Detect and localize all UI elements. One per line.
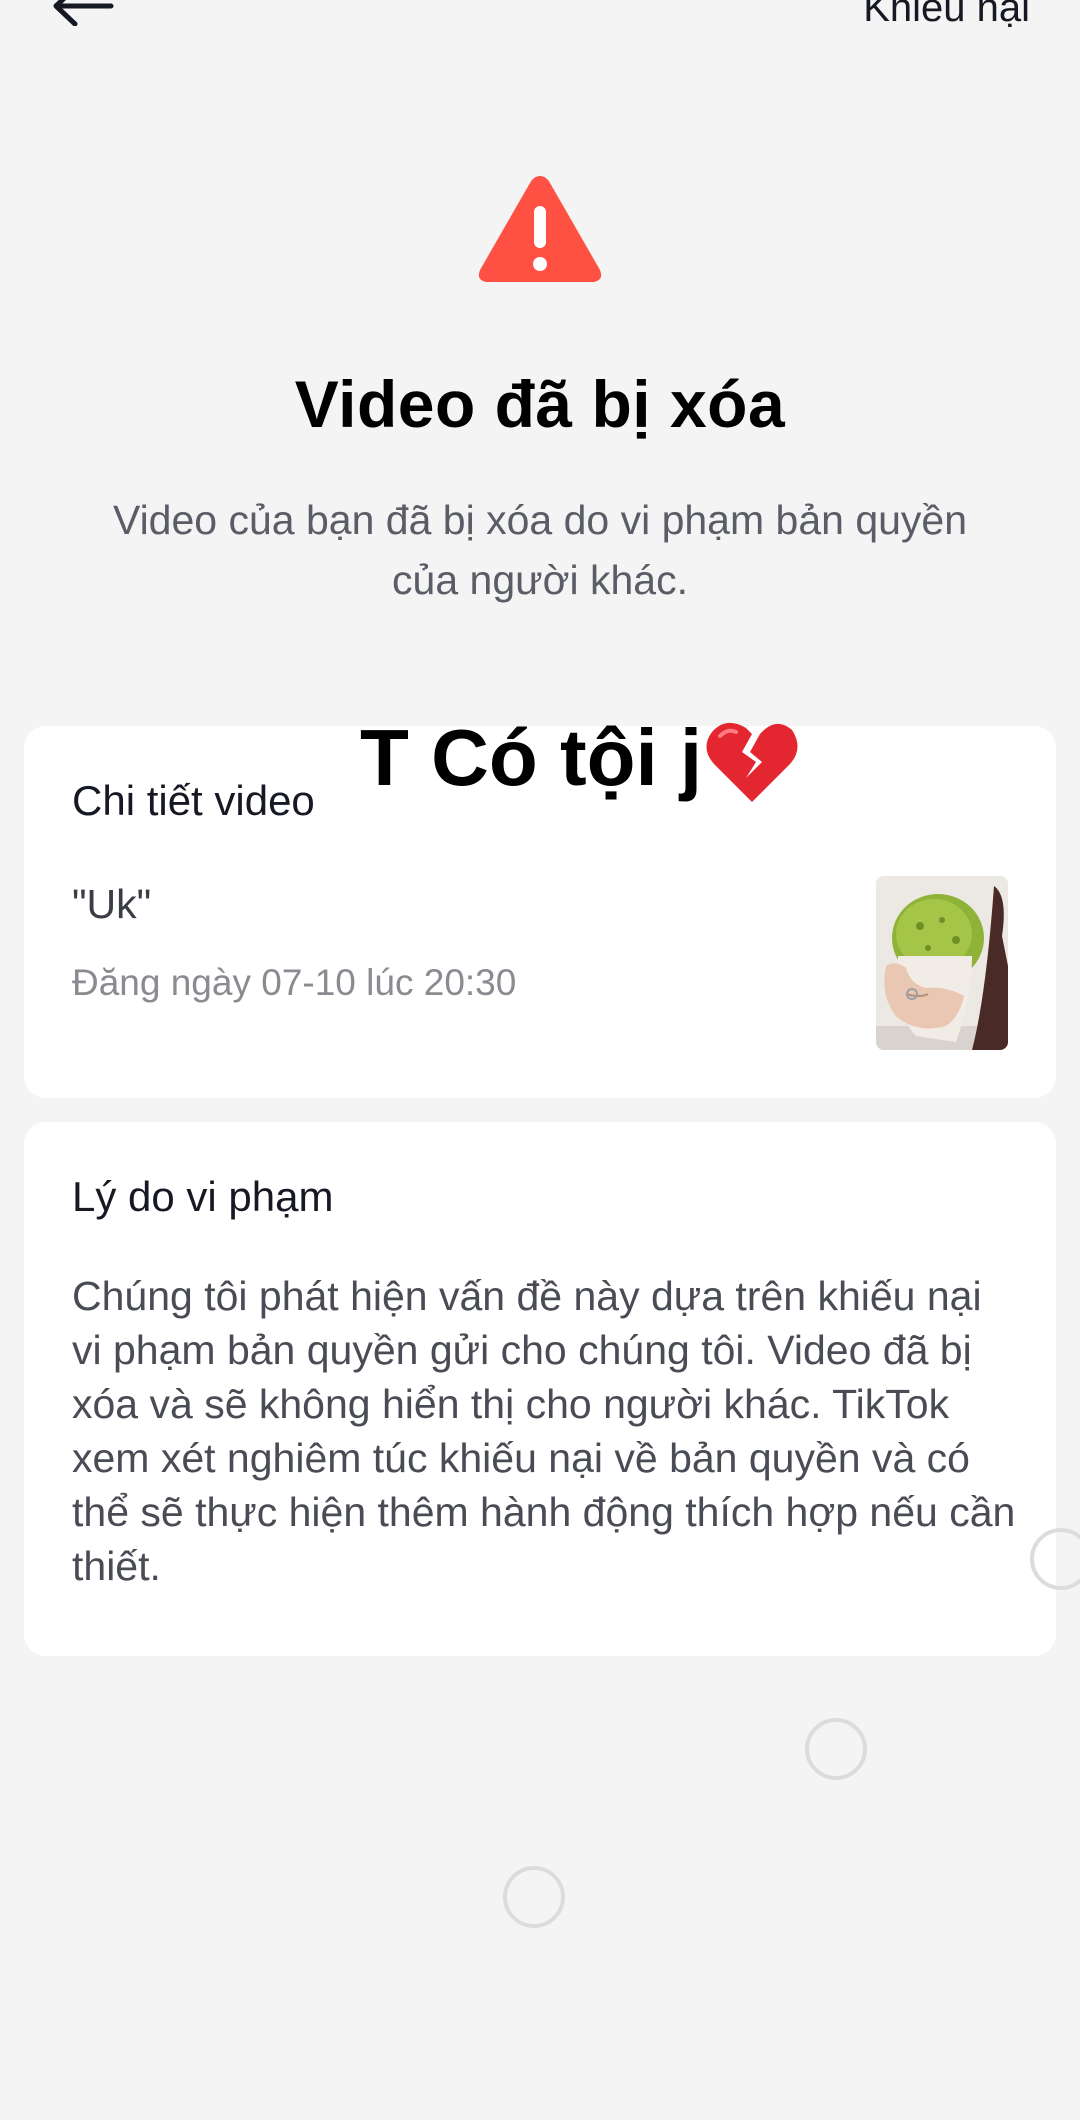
touch-indicator xyxy=(503,1866,565,1928)
broken-heart-icon xyxy=(706,722,798,802)
back-button[interactable] xyxy=(48,0,118,36)
page-subtitle: Video của bạn đã bị xóa do vi phạm bản q… xyxy=(112,497,968,603)
warning-triangle-icon xyxy=(478,176,602,282)
video-details-heading: Chi tiết video xyxy=(72,777,315,824)
overlay-caption-text: T Có tội j xyxy=(360,713,703,802)
violation-reason-heading: Lý do vi phạm xyxy=(72,1173,334,1220)
back-arrow-icon xyxy=(53,0,114,26)
overlay-caption: T Có tội j xyxy=(360,712,798,804)
page-title: Video đã bị xóa xyxy=(294,367,786,441)
video-thumbnail-image xyxy=(876,876,1008,1050)
video-posted-date: Đăng ngày 07-10 lúc 20:30 xyxy=(72,962,517,1003)
violation-reason-text: Chúng tôi phát hiện vấn đề này dựa trên … xyxy=(72,1273,1016,1589)
appeal-button[interactable]: Khiếu nại xyxy=(863,0,1030,31)
video-thumbnail[interactable] xyxy=(876,876,1008,1050)
top-bar: Khiếu nại xyxy=(0,0,1080,60)
video-caption: "Uk" xyxy=(72,881,152,927)
violation-reason-card: Lý do vi phạm Chúng tôi phát hiện vấn đề… xyxy=(24,1122,1056,1656)
touch-indicator xyxy=(805,1718,867,1780)
